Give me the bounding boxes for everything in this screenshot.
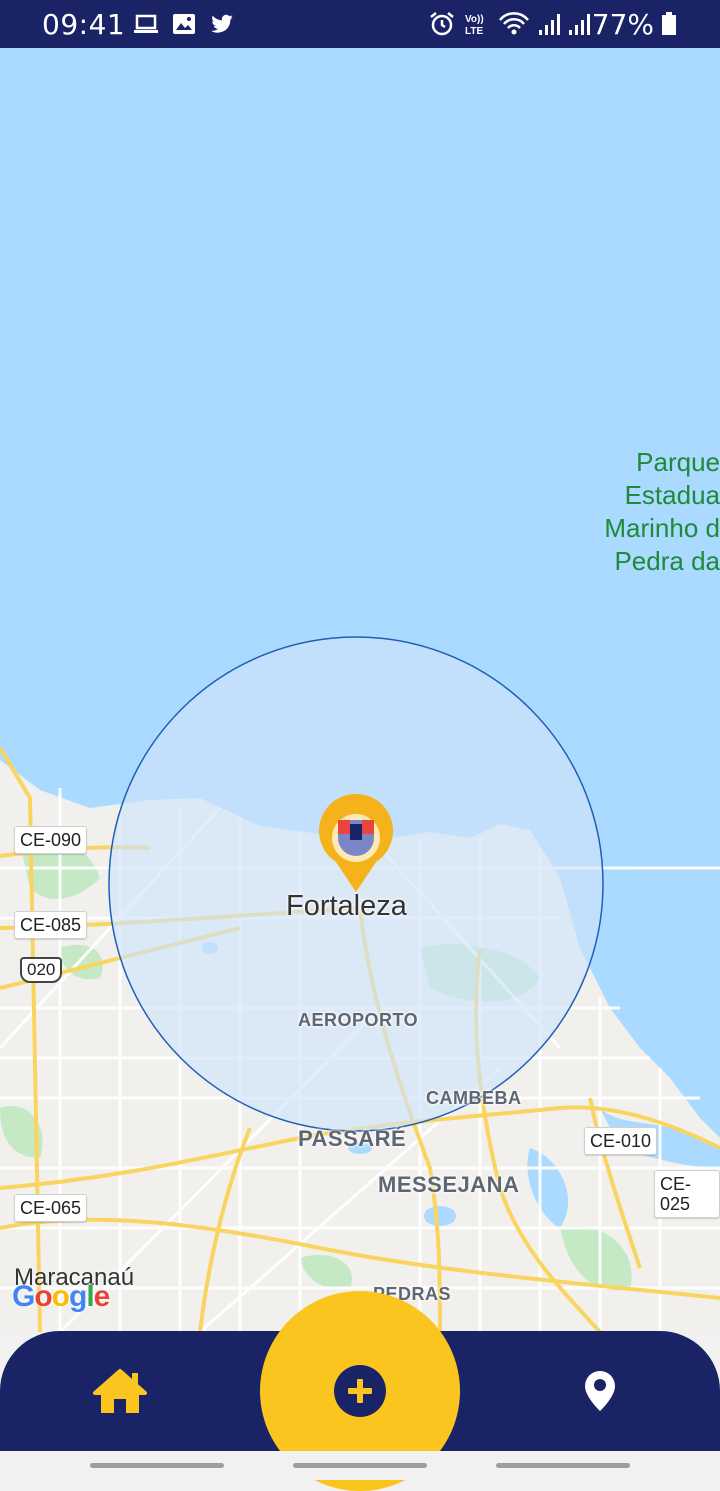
home-gesture-bar[interactable] <box>293 1463 427 1468</box>
park-label-line: Marinho d <box>604 513 720 543</box>
signal-icon <box>539 14 560 35</box>
svg-text:LTE: LTE <box>465 26 483 37</box>
laptop-icon <box>134 14 158 33</box>
twitter-icon <box>211 14 233 33</box>
park-label-line: Parque <box>636 447 720 477</box>
home-icon <box>93 1369 147 1413</box>
location-button[interactable] <box>540 1331 660 1451</box>
alarm-icon <box>430 12 454 36</box>
park-label-line: Estadua <box>624 480 720 510</box>
status-bar: 09:41 Vo)) LTE 77% <box>0 0 720 48</box>
plus-glyph <box>348 1379 372 1403</box>
district-label: CAMBEBA <box>426 1088 522 1108</box>
district-label: AEROPORTO <box>298 1010 419 1030</box>
google-attribution[interactable]: Google <box>12 1280 110 1314</box>
system-navigation-bar <box>0 1451 720 1480</box>
district-label: PASSARÉ <box>298 1126 407 1151</box>
svg-text:Vo)): Vo)) <box>465 14 484 25</box>
park-label: Parque Estadua Marinho d Pedra da <box>600 446 720 578</box>
battery-percent: 77% <box>591 8 654 41</box>
image-icon <box>173 14 195 34</box>
recent-apps-button[interactable] <box>90 1463 224 1468</box>
road-shield: CE-085 <box>14 911 88 939</box>
district-label: MESSEJANA <box>378 1172 520 1197</box>
volte-icon: Vo)) LTE <box>465 14 484 37</box>
road-shield: CE-010 <box>584 1127 658 1155</box>
route-shield: 020 <box>20 957 63 983</box>
plus-circle-icon <box>334 1365 386 1417</box>
battery-icon <box>662 12 676 35</box>
city-label[interactable]: Fortaleza <box>286 890 407 923</box>
road-shield: CE-025 <box>654 1170 720 1218</box>
road-shield: CE-090 <box>14 826 88 854</box>
wifi-icon <box>499 12 529 35</box>
road-shield: CE-065 <box>14 1194 88 1222</box>
home-button[interactable] <box>60 1331 180 1451</box>
signal-icon <box>569 14 590 35</box>
map-view[interactable]: Parque Estadua Marinho d Pedra da Fortal… <box>0 48 720 1332</box>
status-time: 09:41 <box>42 8 126 41</box>
location-pin-icon <box>585 1371 615 1411</box>
park-label-line: Pedra da <box>614 546 720 576</box>
back-button[interactable] <box>496 1463 630 1468</box>
